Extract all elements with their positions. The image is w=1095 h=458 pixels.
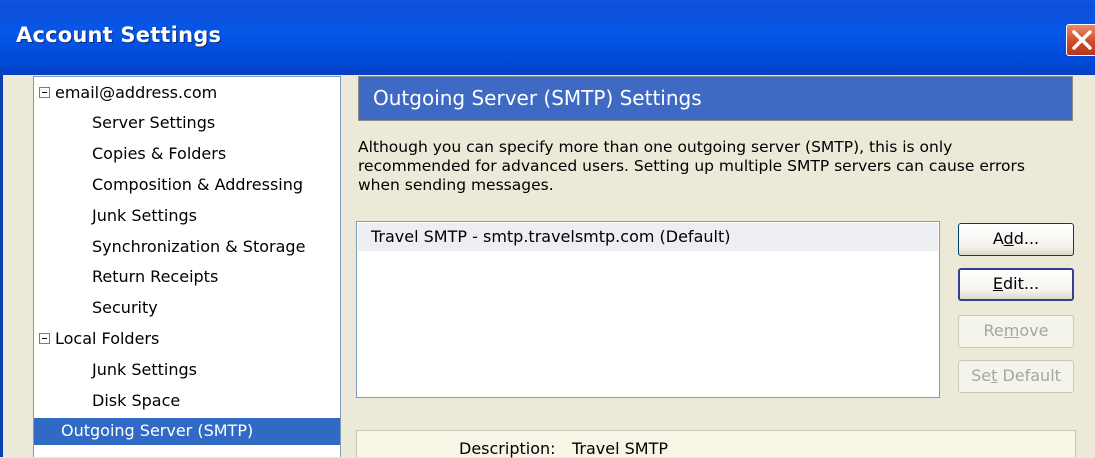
description-value: Travel SMTP — [572, 439, 669, 458]
add-button[interactable]: Add... — [958, 223, 1074, 256]
description-label: Description: — [459, 439, 556, 458]
account-tree[interactable]: email@address.com Server Settings Copies… — [33, 76, 341, 457]
tree-item-junk-settings[interactable]: Junk Settings — [92, 203, 197, 229]
collapse-icon[interactable] — [39, 333, 50, 344]
server-details: Description: Travel SMTP — [356, 430, 1076, 458]
tree-item-disk-space[interactable]: Disk Space — [92, 388, 180, 414]
tree-item-label: email@address.com — [55, 83, 218, 102]
page-title: Outgoing Server (SMTP) Settings — [373, 86, 702, 110]
collapse-icon[interactable] — [39, 87, 50, 98]
tree-item-local-folders[interactable]: Local Folders — [34, 326, 340, 352]
tree-item-account[interactable]: email@address.com — [34, 80, 340, 106]
tree-item-composition[interactable]: Composition & Addressing — [92, 172, 303, 198]
tree-item-label: Local Folders — [55, 329, 160, 348]
remove-button[interactable]: Remove — [958, 315, 1074, 348]
set-default-button[interactable]: Set Default — [958, 360, 1074, 393]
tree-item-security[interactable]: Security — [92, 295, 158, 321]
tree-item-label: Outgoing Server (SMTP) — [61, 421, 254, 440]
smtp-server-list[interactable]: Travel SMTP - smtp.travelsmtp.com (Defau… — [356, 221, 940, 398]
section-header: Outgoing Server (SMTP) Settings — [358, 76, 1073, 121]
tree-item-local-junk[interactable]: Junk Settings — [92, 357, 197, 383]
tree-item-outgoing-server[interactable]: Outgoing Server (SMTP) — [34, 418, 340, 445]
list-item[interactable]: Travel SMTP - smtp.travelsmtp.com (Defau… — [358, 223, 938, 251]
tree-item-server-settings[interactable]: Server Settings — [92, 110, 215, 136]
tree-item-return-receipts[interactable]: Return Receipts — [92, 264, 218, 290]
window-border — [0, 75, 3, 457]
edit-button[interactable]: Edit... — [958, 268, 1074, 301]
smtp-description: Although you can specify more than one o… — [358, 138, 1025, 194]
close-button[interactable] — [1066, 24, 1095, 56]
title-bar: Account Settings — [0, 0, 1095, 75]
tree-item-copies-folders[interactable]: Copies & Folders — [92, 141, 226, 167]
window-title: Account Settings — [16, 23, 222, 47]
close-icon — [1072, 30, 1092, 50]
tree-item-synchronization[interactable]: Synchronization & Storage — [92, 234, 305, 260]
